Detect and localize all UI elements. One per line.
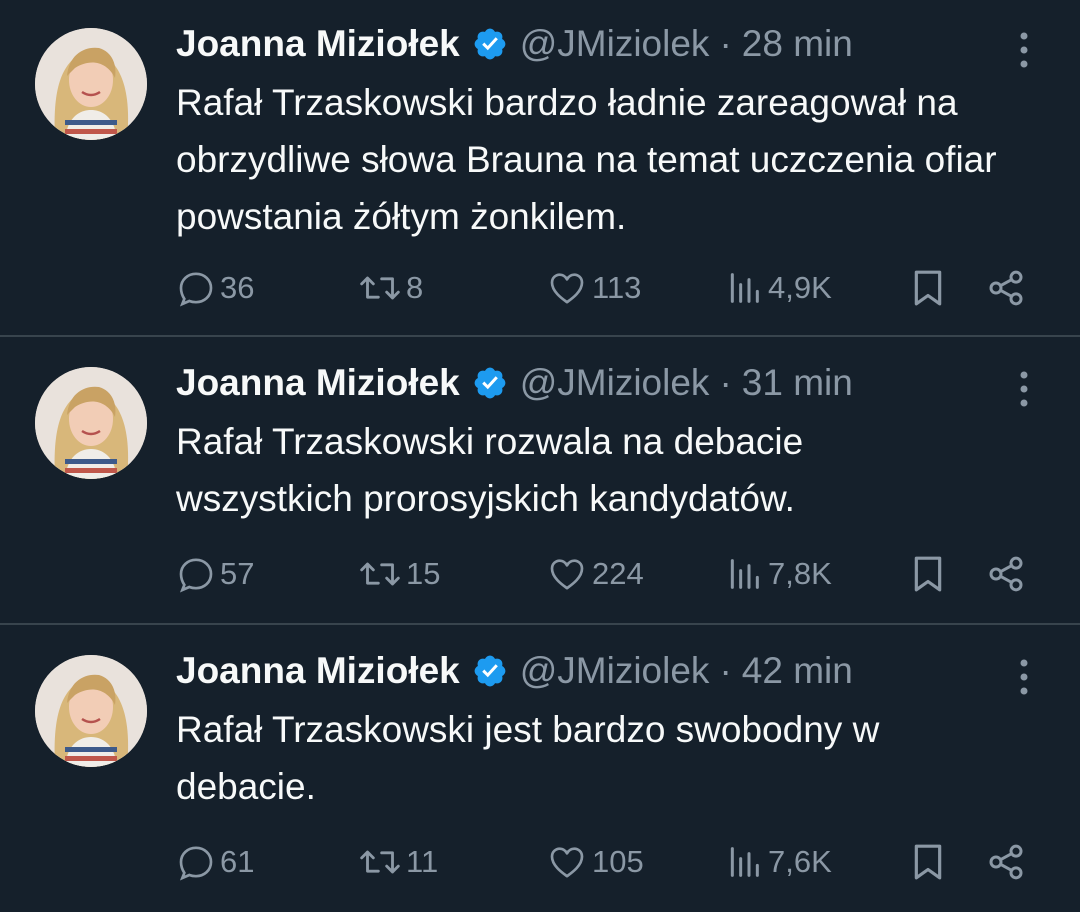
author-handle[interactable]: @JMiziolek <box>520 23 710 65</box>
views-icon <box>730 559 759 589</box>
views-count: 7,8K <box>768 556 832 591</box>
author-handle[interactable]: @JMiziolek <box>520 362 710 404</box>
views-icon <box>730 847 759 877</box>
reply-icon <box>179 272 213 307</box>
like-button[interactable]: 224 <box>546 552 644 596</box>
like-count: 113 <box>592 270 642 305</box>
views-icon <box>730 273 759 303</box>
like-count: 105 <box>592 844 644 879</box>
like-count: 224 <box>592 556 644 591</box>
author-name[interactable]: Joanna Miziołek <box>176 650 460 692</box>
reply-button[interactable]: 57 <box>176 552 254 596</box>
share-button[interactable] <box>986 266 1030 310</box>
tweet-header: Joanna Miziołek @JMiziolek · 28 min <box>176 20 1020 68</box>
views-button[interactable]: 4,9K <box>724 266 832 310</box>
retweet-count: 11 <box>406 844 439 879</box>
more-icon[interactable] <box>1012 369 1036 409</box>
bookmark-button[interactable] <box>910 840 950 884</box>
verified-badge-icon <box>472 26 508 62</box>
retweet-button[interactable]: 11 <box>358 840 438 884</box>
separator-dot: · <box>719 23 732 64</box>
bookmark-button[interactable] <box>910 266 950 310</box>
views-count: 4,9K <box>768 270 832 305</box>
reply-button[interactable]: 36 <box>176 266 254 310</box>
retweet-button[interactable]: 15 <box>358 552 440 596</box>
avatar[interactable] <box>35 655 147 767</box>
bookmark-icon <box>914 270 942 306</box>
share-icon <box>989 844 1023 880</box>
reply-icon <box>179 558 213 593</box>
tweet-text: Rafał Trzaskowski rozwala na debacie wsz… <box>176 421 804 519</box>
reply-count: 61 <box>220 844 255 879</box>
more-icon[interactable] <box>1012 657 1036 697</box>
bookmark-icon <box>914 556 942 592</box>
reply-icon <box>179 846 213 881</box>
like-button[interactable]: 105 <box>546 840 644 884</box>
bookmark-icon <box>914 844 942 880</box>
retweet-icon <box>360 276 400 300</box>
verified-badge-icon <box>472 365 508 401</box>
author-name[interactable]: Joanna Miziołek <box>176 23 460 65</box>
tweet-actions: 61 11 105 7,6K <box>176 840 1024 884</box>
tweet-header: Joanna Miziołek @JMiziolek · 42 min <box>176 647 1020 695</box>
separator-dot: · <box>719 650 732 691</box>
tweet-text: Rafał Trzaskowski bardzo ładnie zareagow… <box>176 82 997 237</box>
retweet-count: 8 <box>406 270 424 305</box>
like-icon <box>550 273 584 304</box>
share-icon <box>989 556 1023 592</box>
separator-dot: · <box>719 362 732 403</box>
retweet-icon <box>360 850 400 874</box>
more-icon[interactable] <box>1012 30 1036 70</box>
tweet-actions: 36 8 113 4,9K <box>176 266 1024 310</box>
bookmark-button[interactable] <box>910 552 950 596</box>
reply-count: 57 <box>220 556 255 591</box>
tweet-text: Rafał Trzaskowski jest bardzo swobodny w… <box>176 709 880 807</box>
reply-button[interactable]: 61 <box>176 840 254 884</box>
tweet[interactable]: Joanna Miziołek @JMiziolek · 42 min Rafa… <box>0 627 1080 912</box>
tweet-time[interactable]: 31 min <box>742 362 853 404</box>
share-icon <box>989 270 1023 306</box>
retweet-button[interactable]: 8 <box>358 266 423 310</box>
avatar[interactable] <box>35 367 147 479</box>
views-button[interactable]: 7,8K <box>724 552 832 596</box>
views-count: 7,6K <box>768 844 832 879</box>
like-icon <box>550 559 584 590</box>
avatar[interactable] <box>35 28 147 140</box>
verified-badge-icon <box>472 653 508 689</box>
tweet[interactable]: Joanna Miziołek @JMiziolek · 28 min Rafa… <box>0 0 1080 337</box>
retweet-icon <box>360 562 400 586</box>
retweet-count: 15 <box>406 556 441 591</box>
author-name[interactable]: Joanna Miziołek <box>176 362 460 404</box>
tweet-actions: 57 15 224 7,8K <box>176 552 1024 596</box>
tweet-header: Joanna Miziołek @JMiziolek · 31 min <box>176 359 1020 407</box>
author-handle[interactable]: @JMiziolek <box>520 650 710 692</box>
tweet-time[interactable]: 42 min <box>742 650 853 692</box>
share-button[interactable] <box>986 552 1030 596</box>
reply-count: 36 <box>220 270 255 305</box>
share-button[interactable] <box>986 840 1030 884</box>
tweet[interactable]: Joanna Miziołek @JMiziolek · 31 min Rafa… <box>0 339 1080 625</box>
tweet-time[interactable]: 28 min <box>742 23 853 65</box>
like-icon <box>550 847 584 878</box>
views-button[interactable]: 7,6K <box>724 840 832 884</box>
like-button[interactable]: 113 <box>546 266 641 310</box>
